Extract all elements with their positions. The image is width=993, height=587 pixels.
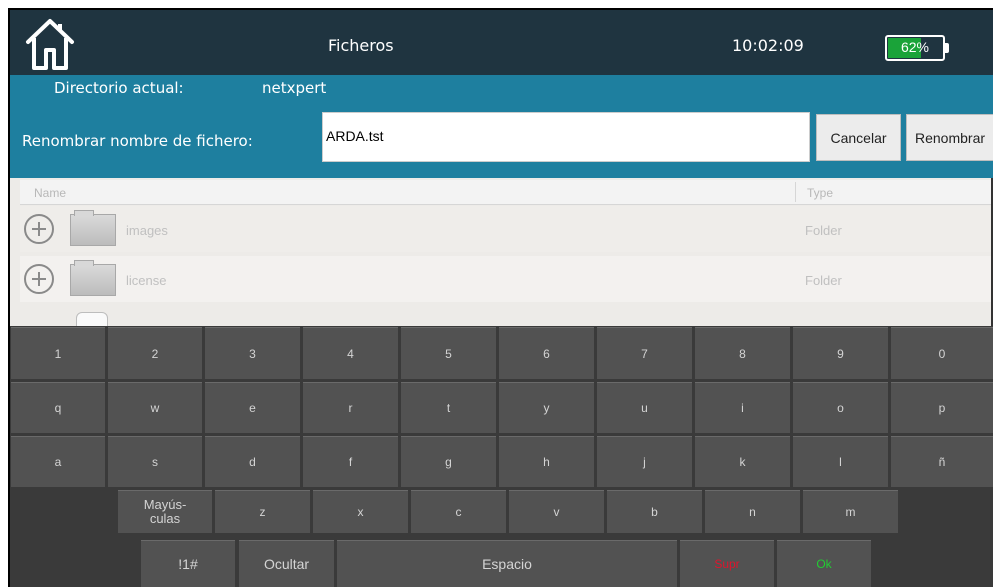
filename-input[interactable]: ARDA.tst bbox=[322, 112, 810, 162]
column-divider bbox=[795, 182, 796, 202]
key-s[interactable]: s bbox=[108, 436, 202, 487]
key-u[interactable]: u bbox=[597, 382, 692, 433]
rename-label: Renombrar nombre de fichero: bbox=[22, 132, 253, 150]
key-j[interactable]: j bbox=[597, 436, 692, 487]
symbols-key[interactable]: !1# bbox=[141, 540, 235, 587]
key-y[interactable]: y bbox=[499, 382, 594, 433]
cancel-button[interactable]: Cancelar bbox=[816, 114, 901, 161]
directory-value: netxpert bbox=[262, 79, 327, 97]
key-n[interactable]: n bbox=[705, 490, 800, 533]
key-7[interactable]: 7 bbox=[597, 327, 692, 379]
column-header-type[interactable]: Type bbox=[807, 186, 833, 200]
key-r[interactable]: r bbox=[303, 382, 398, 433]
hide-keyboard-key[interactable]: Ocultar bbox=[239, 540, 334, 587]
on-screen-keyboard: 1 2 3 4 5 6 7 8 9 0 q w e r t y u i o p … bbox=[8, 326, 993, 587]
battery-indicator: 62% bbox=[885, 35, 949, 61]
key-l[interactable]: l bbox=[793, 436, 888, 487]
file-name: images bbox=[126, 223, 168, 238]
file-icon bbox=[76, 312, 108, 326]
page-title: Ficheros bbox=[328, 36, 394, 55]
key-c[interactable]: c bbox=[411, 490, 506, 533]
key-t[interactable]: t bbox=[401, 382, 496, 433]
key-p[interactable]: p bbox=[891, 382, 993, 433]
ok-key[interactable]: Ok bbox=[777, 540, 871, 587]
file-list: Name Type images Folder license Folder bbox=[8, 178, 993, 326]
space-key[interactable]: Espacio bbox=[337, 540, 677, 587]
key-i[interactable]: i bbox=[695, 382, 790, 433]
table-row[interactable]: images Folder bbox=[20, 206, 991, 252]
key-v[interactable]: v bbox=[509, 490, 604, 533]
key-2[interactable]: 2 bbox=[108, 327, 202, 379]
table-row[interactable]: license Folder bbox=[20, 256, 991, 302]
file-list-header: Name Type bbox=[20, 180, 991, 205]
key-3[interactable]: 3 bbox=[205, 327, 300, 379]
expand-icon[interactable] bbox=[24, 214, 54, 244]
key-o[interactable]: o bbox=[793, 382, 888, 433]
key-k[interactable]: k bbox=[695, 436, 790, 487]
key-a[interactable]: a bbox=[11, 436, 105, 487]
column-header-name[interactable]: Name bbox=[34, 186, 66, 200]
key-b[interactable]: b bbox=[607, 490, 702, 533]
key-z[interactable]: z bbox=[215, 490, 310, 533]
key-q[interactable]: q bbox=[11, 382, 105, 433]
key-6[interactable]: 6 bbox=[499, 327, 594, 379]
top-bar: Ficheros 10:02:09 62% bbox=[8, 8, 993, 75]
key-h[interactable]: h bbox=[499, 436, 594, 487]
key-e[interactable]: e bbox=[205, 382, 300, 433]
key-x[interactable]: x bbox=[313, 490, 408, 533]
key-1[interactable]: 1 bbox=[11, 327, 105, 379]
clock: 10:02:09 bbox=[732, 36, 804, 55]
key-g[interactable]: g bbox=[401, 436, 496, 487]
directory-label: Directorio actual: bbox=[54, 79, 184, 97]
key-9[interactable]: 9 bbox=[793, 327, 888, 379]
file-type: Folder bbox=[805, 223, 842, 238]
key-5[interactable]: 5 bbox=[401, 327, 496, 379]
key-d[interactable]: d bbox=[205, 436, 300, 487]
key-f[interactable]: f bbox=[303, 436, 398, 487]
file-type: Folder bbox=[805, 273, 842, 288]
home-icon[interactable] bbox=[24, 16, 76, 72]
folder-icon bbox=[70, 210, 116, 246]
key-enye[interactable]: ñ bbox=[891, 436, 993, 487]
key-0[interactable]: 0 bbox=[891, 327, 993, 379]
delete-key[interactable]: Supr bbox=[680, 540, 774, 587]
rename-button[interactable]: Renombrar bbox=[906, 114, 993, 161]
battery-label: 62% bbox=[900, 39, 930, 55]
key-w[interactable]: w bbox=[108, 382, 202, 433]
key-8[interactable]: 8 bbox=[695, 327, 790, 379]
expand-icon[interactable] bbox=[24, 264, 54, 294]
key-4[interactable]: 4 bbox=[303, 327, 398, 379]
file-name: license bbox=[126, 273, 167, 288]
folder-icon bbox=[70, 260, 116, 296]
rename-panel: Directorio actual: netxpert Renombrar no… bbox=[8, 75, 993, 178]
key-m[interactable]: m bbox=[803, 490, 898, 533]
shift-key[interactable]: Mayús- culas bbox=[118, 490, 212, 533]
